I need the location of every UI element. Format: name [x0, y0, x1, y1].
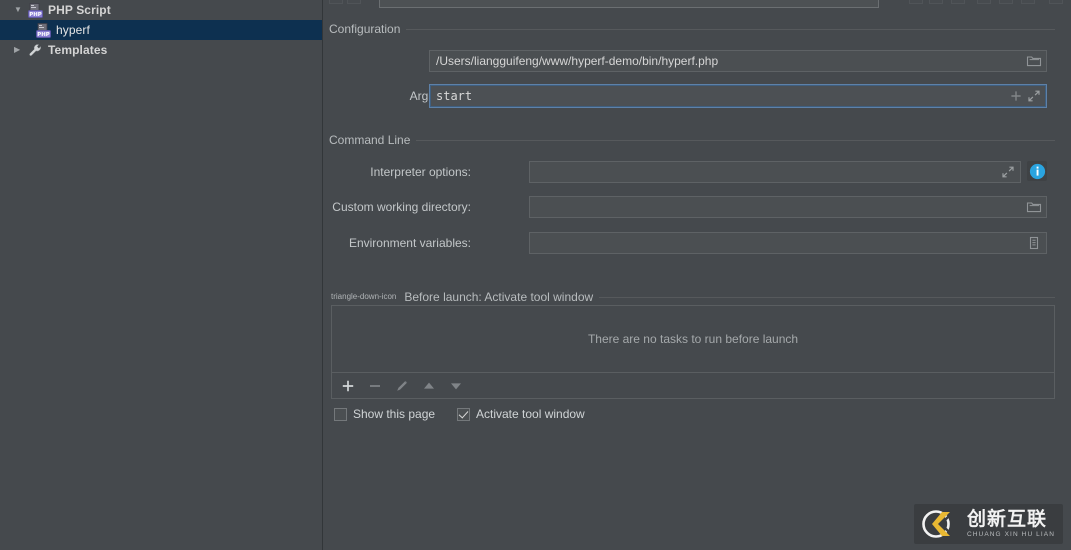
interpreter-options-info-button[interactable]	[1027, 161, 1047, 181]
expand-icon[interactable]	[1000, 164, 1016, 180]
watermark-chinese: 创新互联	[966, 507, 1047, 530]
custom-working-directory-input[interactable]	[529, 196, 1047, 218]
clipped-toolbar-icon[interactable]	[999, 0, 1013, 4]
expand-icon[interactable]	[1026, 88, 1042, 104]
before-launch-tasks-panel[interactable]: There are no tasks to run before launch	[331, 305, 1055, 373]
section-title: Configuration	[329, 22, 401, 36]
section-title: Command Line	[329, 133, 411, 147]
svg-text:PHP: PHP	[29, 12, 41, 18]
empty-tasks-message: There are no tasks to run before launch	[587, 332, 799, 346]
clipped-toolbar-icon[interactable]	[977, 0, 991, 4]
section-title: Before launch: Activate tool window	[404, 290, 594, 304]
clipped-toolbar-icon[interactable]	[1049, 0, 1063, 4]
sidebar-item-label: hyperf	[56, 23, 90, 37]
clipped-toolbar-icon[interactable]	[1021, 0, 1035, 4]
configuration-section-header: Configuration	[329, 22, 1055, 36]
php-file-icon: PHP	[28, 2, 43, 18]
sidebar-item-hyperf[interactable]: PHP hyperf	[0, 20, 322, 40]
move-up-button	[421, 378, 437, 394]
folder-icon[interactable]	[1026, 53, 1042, 69]
php-file-icon: PHP	[36, 22, 51, 38]
activate-tool-window-label: Activate tool window	[476, 407, 585, 421]
clipped-toolbar-icon[interactable]	[929, 0, 943, 4]
before-launch-toolbar	[331, 373, 1055, 399]
section-divider	[416, 139, 1055, 141]
cx-logo-icon	[922, 510, 953, 538]
clipped-name-field[interactable]	[379, 0, 879, 8]
clipped-toolbar-icon[interactable]	[909, 0, 923, 4]
file-input[interactable]: /Users/liangguifeng/www/hyperf-demo/bin/…	[429, 50, 1047, 72]
interpreter-options-input[interactable]	[529, 161, 1021, 183]
activate-tool-window-checkbox[interactable]	[457, 407, 470, 421]
show-this-page-checkbox-row[interactable]: Show this page	[334, 407, 435, 421]
show-this-page-checkbox[interactable]	[334, 407, 347, 421]
clipped-toolbar-icon[interactable]	[329, 0, 343, 4]
clipped-toolbar-icon[interactable]	[347, 0, 361, 4]
before-launch-section-header[interactable]: triangle-down-icon Before launch: Activa…	[331, 290, 1055, 304]
triangle-down-icon[interactable]: triangle-down-icon	[331, 293, 396, 301]
configuration-editor-panel: Configuration File: /Users/liangguifeng/…	[323, 0, 1071, 550]
show-this-page-label: Show this page	[353, 407, 436, 421]
watermark-pinyin: CHUANG XIN HU LIAN	[966, 530, 1055, 538]
custom-working-directory-label: Custom working directory:	[332, 200, 471, 214]
section-divider	[406, 28, 1055, 30]
list-icon[interactable]	[1026, 235, 1042, 251]
environment-variables-input[interactable]	[529, 232, 1047, 254]
clipped-top-toolbar	[323, 0, 1071, 10]
activate-tool-window-checkbox-row[interactable]: Activate tool window	[457, 407, 585, 421]
watermark: 创新互联 CHUANG XIN HU LIAN	[913, 504, 1063, 544]
chevron-right-icon[interactable]: ▶	[14, 46, 28, 54]
sidebar-item-templates[interactable]: ▶ Templates	[0, 40, 322, 60]
info-icon	[1029, 163, 1045, 179]
file-input-value: /Users/liangguifeng/www/hyperf-demo/bin/…	[436, 54, 719, 68]
run-configuration-dialog: ▼ PHP PHP Script PHP hyperf ▶ Templates …	[0, 0, 1071, 550]
move-down-button	[448, 378, 464, 394]
sidebar-item-label: PHP Script	[48, 3, 111, 17]
environment-variables-label: Environment variables:	[348, 236, 471, 250]
add-task-button[interactable]	[340, 378, 356, 394]
sidebar-item-label: Templates	[48, 43, 108, 57]
edit-task-button	[394, 378, 410, 394]
wrench-icon	[28, 43, 43, 58]
watermark-text: 创新互联 CHUANG XIN HU LIAN	[966, 507, 1055, 539]
clipped-toolbar-icon[interactable]	[951, 0, 965, 4]
arguments-input-value: start	[436, 89, 473, 103]
svg-text:PHP: PHP	[37, 32, 49, 38]
folder-icon[interactable]	[1026, 199, 1042, 215]
section-divider	[599, 296, 1055, 298]
remove-task-button	[367, 378, 383, 394]
configurations-tree-sidebar: ▼ PHP PHP Script PHP hyperf ▶ Templates	[0, 0, 323, 550]
sidebar-item-php-script[interactable]: ▼ PHP PHP Script	[0, 0, 322, 20]
plus-icon[interactable]	[1008, 88, 1024, 104]
interpreter-options-label: Interpreter options:	[370, 165, 471, 179]
chevron-down-icon[interactable]: ▼	[14, 6, 28, 14]
arguments-input[interactable]: start	[429, 84, 1047, 108]
command-line-section-header: Command Line	[329, 133, 1055, 147]
